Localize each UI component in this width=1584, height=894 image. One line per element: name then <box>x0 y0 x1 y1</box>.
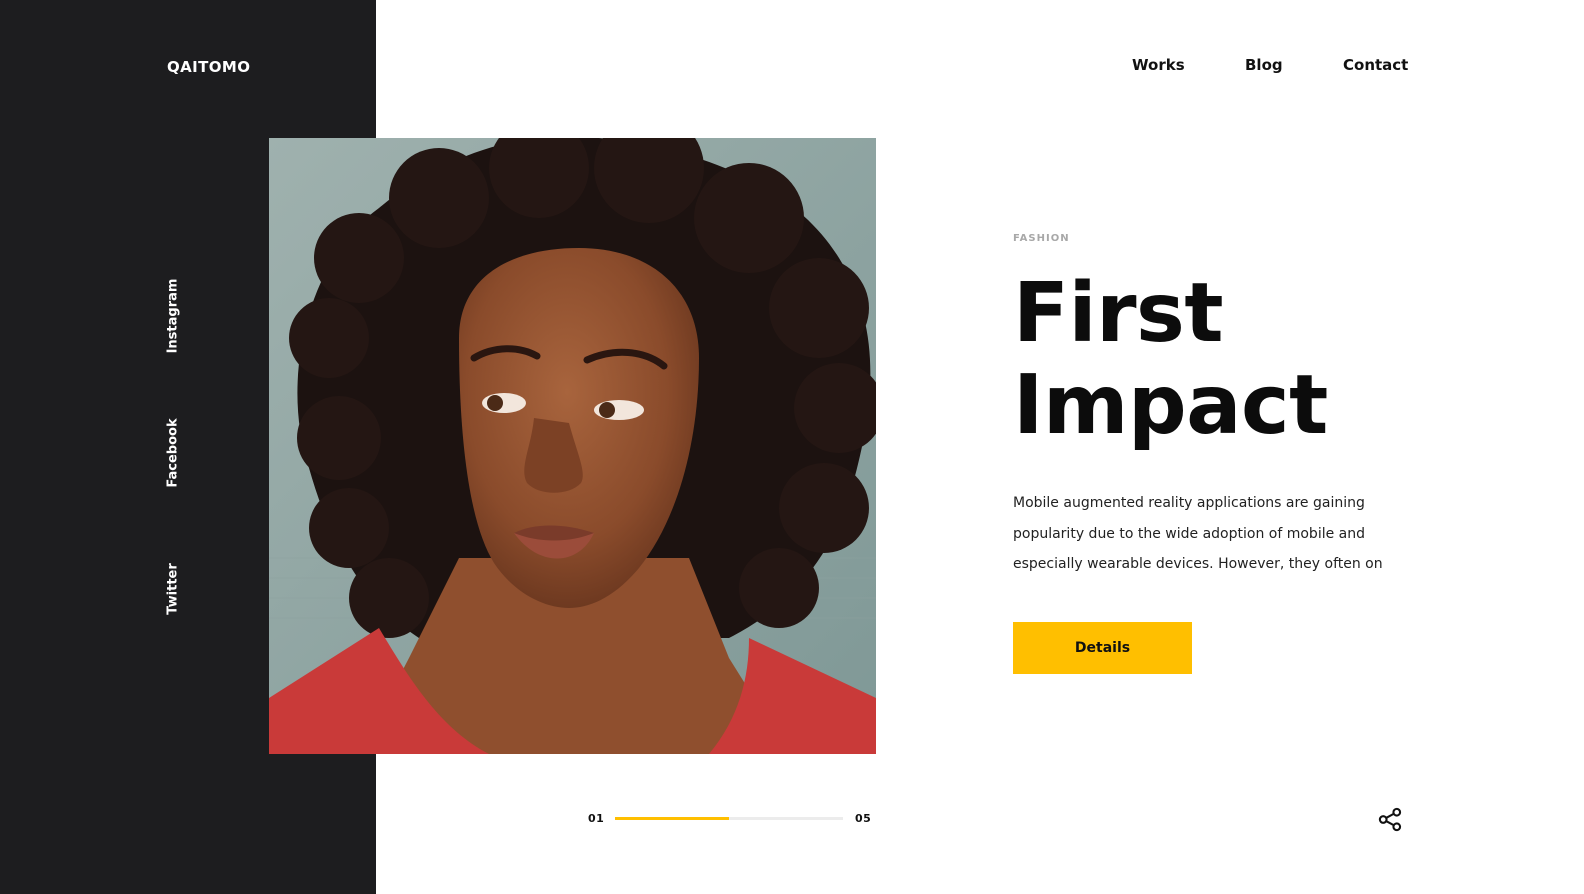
details-button[interactable]: Details <box>1013 622 1192 674</box>
description: Mobile augmented reality applications ar… <box>1013 495 1383 572</box>
progress-fill <box>615 817 729 820</box>
progress-track <box>615 817 843 820</box>
page-title: First Impact <box>1013 268 1493 452</box>
social-link-twitter[interactable]: Twitter <box>166 563 181 615</box>
nav-blog[interactable]: Blog <box>1245 56 1283 74</box>
logo[interactable]: QAITOMO <box>167 58 250 76</box>
portrait-illustration <box>269 138 876 754</box>
pager-current: 01 <box>588 812 605 825</box>
title-line-2: Impact <box>1013 358 1328 453</box>
social-link-instagram[interactable]: Instagram <box>166 279 181 354</box>
share-icon <box>1378 807 1402 832</box>
share-button[interactable] <box>1378 807 1403 832</box>
pager-total: 05 <box>855 812 872 825</box>
nav-contact[interactable]: Contact <box>1343 56 1408 74</box>
social-link-facebook[interactable]: Facebook <box>166 418 181 487</box>
hero-image <box>269 138 876 754</box>
nav-works[interactable]: Works <box>1132 56 1185 74</box>
title-line-1: First <box>1013 266 1224 361</box>
category-label: FASHION <box>1013 233 1070 244</box>
